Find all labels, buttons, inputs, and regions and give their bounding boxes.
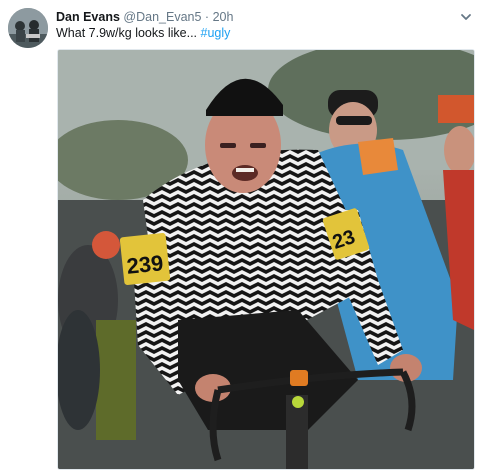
chevron-down-icon[interactable] [459, 10, 473, 24]
author-name[interactable]: Dan Evans [56, 10, 120, 24]
cyclist-photo: 239 23 [58, 50, 474, 469]
bib-number-left: 239 [125, 250, 164, 279]
tweet-text-body: What 7.9w/kg looks like... [56, 26, 198, 40]
tweet-header: Dan Evans @Dan_Evan5 · 20h [56, 10, 233, 24]
separator: · [204, 10, 210, 24]
avatar-image [8, 8, 48, 48]
tweet-text: What 7.9w/kg looks like... #ugly [56, 26, 230, 40]
timestamp[interactable]: 20h [213, 10, 234, 24]
author-handle[interactable]: @Dan_Evan5 [123, 10, 201, 24]
tweet: Dan Evans @Dan_Evan5 · 20h What 7.9w/kg … [0, 0, 480, 471]
hashtag-link[interactable]: #ugly [201, 26, 231, 40]
tweet-photo[interactable]: 239 23 [57, 49, 475, 470]
avatar[interactable] [8, 8, 48, 48]
